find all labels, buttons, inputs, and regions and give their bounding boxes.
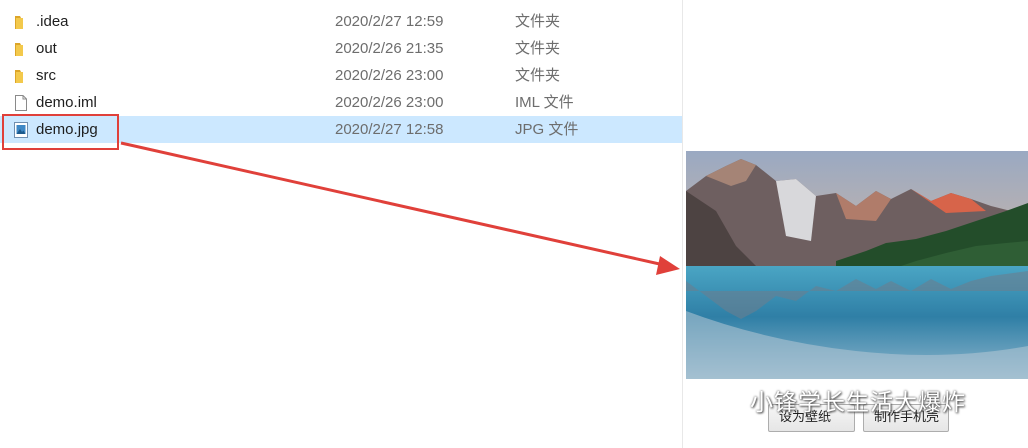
wechat-logo-icon [710, 389, 744, 419]
file-type: IML 文件 [515, 94, 574, 111]
file-row-idea[interactable]: .idea 2020/2/27 12:59 文件夹 [0, 8, 682, 35]
file-icon [13, 94, 29, 112]
preview-image [686, 151, 1028, 379]
file-type: 文件夹 [515, 40, 561, 57]
file-row-demo-iml[interactable]: demo.iml 2020/2/26 23:00 IML 文件 [0, 89, 682, 116]
preview-pane: 设为壁纸 制作手机壳 [683, 0, 1028, 448]
file-name: .idea [36, 13, 69, 30]
file-type: 文件夹 [515, 67, 561, 84]
watermark-text: 小锋学长生活大爆炸 [750, 390, 966, 416]
file-row-out[interactable]: out 2020/2/26 21:35 文件夹 [0, 35, 682, 62]
file-type: 文件夹 [515, 13, 561, 30]
annotation-highlight-box [2, 114, 119, 150]
file-date: 2020/2/27 12:59 [335, 13, 444, 30]
file-type: JPG 文件 [515, 121, 579, 138]
file-date: 2020/2/26 23:00 [335, 67, 444, 84]
file-name: out [36, 40, 57, 57]
file-row-src[interactable]: src 2020/2/26 23:00 文件夹 [0, 62, 682, 89]
file-date: 2020/2/27 12:58 [335, 121, 444, 138]
folder-icon [13, 40, 29, 58]
file-date: 2020/2/26 23:00 [335, 94, 444, 111]
watermark: 小锋学长生活大爆炸 [710, 385, 966, 421]
folder-icon [13, 13, 29, 31]
folder-icon [13, 67, 29, 85]
file-name: src [36, 67, 56, 84]
file-name: demo.iml [36, 94, 97, 111]
file-date: 2020/2/26 21:35 [335, 40, 444, 57]
